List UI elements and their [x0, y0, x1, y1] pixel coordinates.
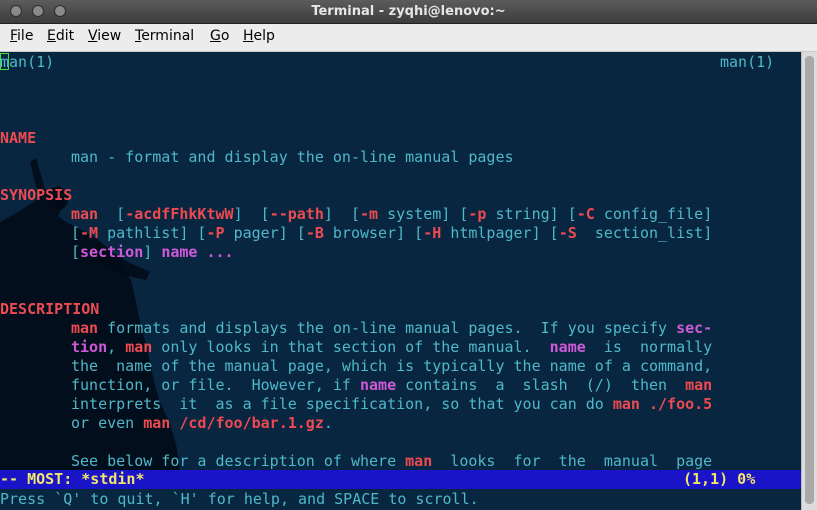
menu-view[interactable]: View — [88, 28, 121, 44]
synopsis-line-3: [section] name ... — [71, 243, 234, 261]
pager-status-position: (1,1) 0% — [683, 470, 756, 488]
synopsis-heading: SYNOPSIS — [0, 186, 73, 204]
menu-go[interactable]: Go — [210, 28, 229, 44]
pager-status-left: -- MOST: *stdin* — [0, 470, 145, 488]
scrollbar-thumb[interactable] — [805, 56, 814, 504]
climber-silhouette-background — [0, 158, 180, 470]
vertical-scrollbar[interactable] — [801, 52, 817, 510]
description-line-3: the name of the manual page, which is ty… — [71, 357, 713, 375]
menu-help[interactable]: Help — [243, 28, 275, 44]
name-description: man - format and display the on-line man… — [71, 148, 514, 166]
menu-terminal[interactable]: Terminal — [135, 28, 194, 44]
name-heading: NAME — [0, 129, 37, 147]
terminal-screen[interactable]: man(1) man(1) NAME man - format and disp… — [0, 52, 801, 510]
description-line-2: tion, man only looks in that section of … — [71, 338, 713, 356]
pager-help-prompt: Press `Q' to quit, `H' for help, and SPA… — [0, 490, 479, 508]
menu-file[interactable]: File — [10, 28, 33, 44]
title-bar: Terminal - zyqhi@lenovo:~ — [0, 0, 817, 24]
man-header-left: man(1) — [0, 53, 55, 71]
man-header-right: man(1) — [720, 53, 775, 71]
window-title: Terminal - zyqhi@lenovo:~ — [311, 4, 506, 19]
menu-bar: File Edit View Terminal Go Help — [0, 24, 817, 52]
description-heading: DESCRIPTION — [0, 300, 100, 318]
menu-edit[interactable]: Edit — [47, 28, 74, 44]
description-line-5: interprets it as a file specification, s… — [71, 395, 713, 413]
description-line-4: function, or file. However, if name cont… — [71, 376, 713, 394]
description-line-1: man formats and displays the on-line man… — [71, 319, 713, 337]
terminal-window: Terminal - zyqhi@lenovo:~ File Edit View… — [0, 0, 817, 510]
synopsis-line-2: [-M pathlist] [-P pager] [-B browser] [-… — [71, 224, 713, 242]
description-line-8: See below for a description of where man… — [71, 452, 713, 470]
synopsis-line-1: man [-acdfFhkKtwW] [--path] [-m system] … — [71, 205, 713, 223]
description-line-6: or even man /cd/foo/bar.1.gz. — [71, 414, 333, 432]
